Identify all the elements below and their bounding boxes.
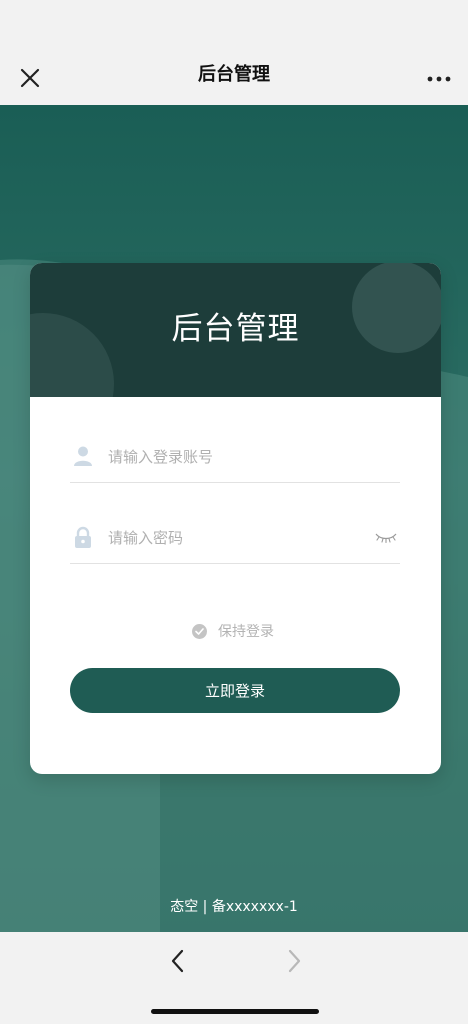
login-button[interactable]: 立即登录 [70,668,400,713]
password-input[interactable] [108,524,368,552]
screen: 后台管理 后台管理 请输入登录账号 保持登录 立即登录 态空 | 备xxxxxx… [0,0,468,1024]
chevron-right-icon[interactable] [284,948,304,974]
bottom-toolbar [0,932,468,1024]
card-header: 后台管理 [30,263,441,397]
check-circle-icon [192,624,207,639]
navigation-bar: 后台管理 [0,0,468,105]
password-field [70,516,400,564]
more-icon[interactable] [426,66,452,92]
footer-text: 态空 | 备xxxxxxx-1 [170,899,298,915]
lock-icon [72,526,94,548]
card-title: 后台管理 [171,311,300,347]
remember-login-label: 保持登录 [218,624,274,640]
login-card: 后台管理 请输入登录账号 保持登录 立即登录 [30,263,441,774]
user-icon [72,445,94,467]
nav-title: 后台管理 [198,64,270,85]
chevron-left-icon[interactable] [168,948,188,974]
username-input[interactable] [108,443,368,471]
home-indicator [151,1009,319,1014]
eye-closed-icon[interactable] [374,530,398,546]
username-field [70,435,400,483]
